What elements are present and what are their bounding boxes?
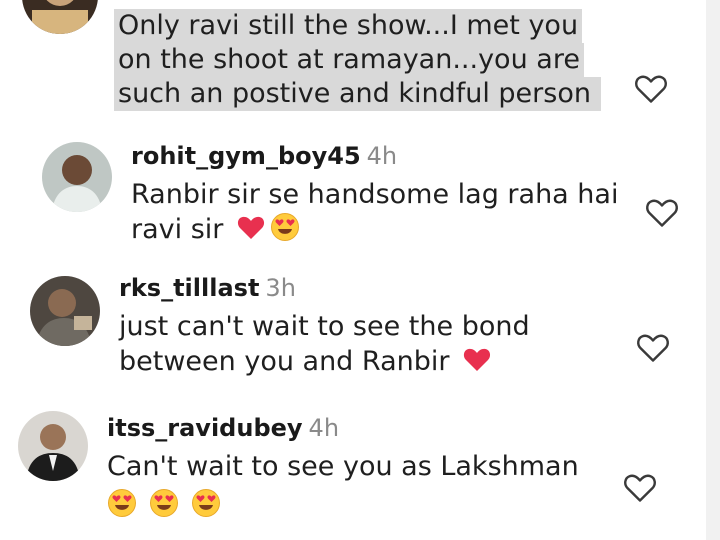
comment-text-line: ravi sir: [131, 214, 224, 245]
comment-text-line: on the shoot at ramayan...you are: [114, 43, 584, 77]
username-link[interactable]: rohit_gym_boy45: [131, 142, 361, 170]
comment-header: rohit_gym_boy45 4h: [131, 142, 397, 170]
comment-item: rks_tilllast 3h just can't wait to see th…: [0, 265, 720, 405]
comment-text-line: between you and Ranbir: [119, 346, 450, 377]
heart-eyes-face-emoji: [191, 488, 221, 518]
comment-item: itss_ravidubey 4h Can't wait to see you a…: [0, 400, 720, 540]
heart-eyes-face-emoji: [149, 488, 179, 518]
avatar[interactable]: [30, 276, 100, 346]
scroll-edge: [706, 0, 720, 540]
comment-text: just can't wait to see the bond between …: [119, 310, 530, 379]
heart-eyes-face-emoji: [107, 488, 137, 518]
comment-text-line: just can't wait to see the bond: [119, 311, 530, 342]
heart-outline-icon[interactable]: [623, 471, 657, 503]
heart-eyes-face-emoji: [270, 212, 300, 242]
avatar[interactable]: [22, 0, 98, 34]
comment-item: Only ravi still the show...I met you on …: [0, 0, 720, 130]
timestamp: 3h: [265, 274, 296, 302]
comment-header: rks_tilllast 3h: [119, 274, 296, 302]
comment-text-line: Only ravi still the show...I met you: [114, 9, 583, 43]
username-link[interactable]: itss_ravidubey: [107, 414, 303, 442]
red-heart-emoji: [236, 212, 266, 242]
comment-text: Only ravi still the show...I met you on …: [114, 9, 601, 111]
comment-item: rohit_gym_boy45 4h Ranbir sir se handsome…: [0, 130, 720, 260]
comment-text-line: such an postive and kindful person: [114, 77, 601, 111]
heart-outline-icon[interactable]: [634, 72, 668, 104]
comment-text-line: Ranbir sir se handsome lag raha hai: [131, 179, 619, 210]
comment-text-line: Can't wait to see you as Lakshman: [107, 451, 579, 482]
comment-text: Ranbir sir se handsome lag raha hai ravi…: [131, 178, 618, 247]
heart-outline-icon[interactable]: [645, 196, 679, 228]
timestamp: 4h: [366, 142, 398, 170]
heart-outline-icon[interactable]: [636, 331, 670, 363]
avatar[interactable]: [42, 142, 112, 212]
username-link[interactable]: rks_tilllast: [119, 274, 259, 302]
red-heart-emoji: [462, 344, 492, 374]
comment-text: Can't wait to see you as Lakshman: [107, 450, 579, 523]
avatar[interactable]: [18, 411, 88, 481]
timestamp: 4h: [308, 414, 340, 442]
comment-header: itss_ravidubey 4h: [107, 414, 339, 442]
